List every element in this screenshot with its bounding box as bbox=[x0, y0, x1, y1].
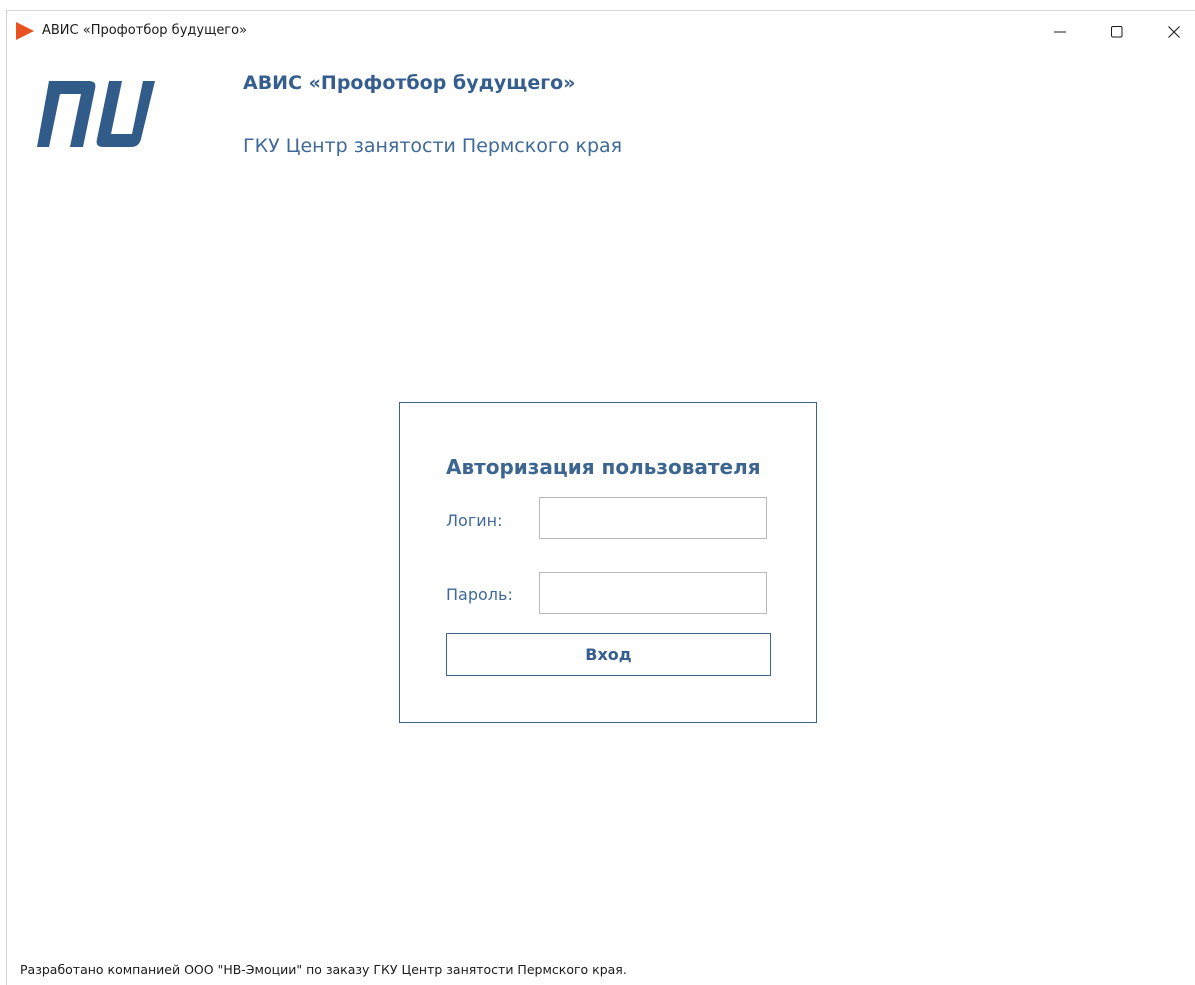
password-label: Пароль: bbox=[446, 585, 513, 604]
password-input[interactable] bbox=[539, 572, 767, 614]
organization-name: ГКУ Центр занятости Пермского края bbox=[243, 135, 623, 157]
login-heading: Авторизация пользователя bbox=[446, 455, 761, 479]
play-triangle-icon bbox=[15, 21, 35, 41]
app-window: АВИС «Профотбор будущего» АВИС «Профотбо… bbox=[6, 10, 1195, 985]
footer-credits: Разработано компанией ООО "НВ-Эмоции" по… bbox=[20, 962, 627, 977]
login-input[interactable] bbox=[539, 497, 767, 539]
app-title: АВИС «Профотбор будущего» bbox=[243, 72, 576, 94]
title-bar[interactable]: АВИС «Профотбор будущего» bbox=[7, 11, 1195, 53]
login-button[interactable]: Вход bbox=[446, 633, 771, 676]
minimize-button[interactable] bbox=[1032, 11, 1088, 53]
close-icon bbox=[1168, 26, 1180, 38]
login-form: Авторизация пользователя Логин: Пароль: … bbox=[399, 402, 817, 723]
minimize-icon bbox=[1054, 31, 1066, 33]
login-label: Логин: bbox=[446, 511, 503, 530]
window-title: АВИС «Профотбор будущего» bbox=[42, 23, 248, 38]
close-button[interactable] bbox=[1146, 11, 1195, 53]
maximize-button[interactable] bbox=[1089, 11, 1145, 53]
maximize-icon bbox=[1111, 26, 1123, 38]
nu-logo-icon bbox=[37, 81, 155, 149]
